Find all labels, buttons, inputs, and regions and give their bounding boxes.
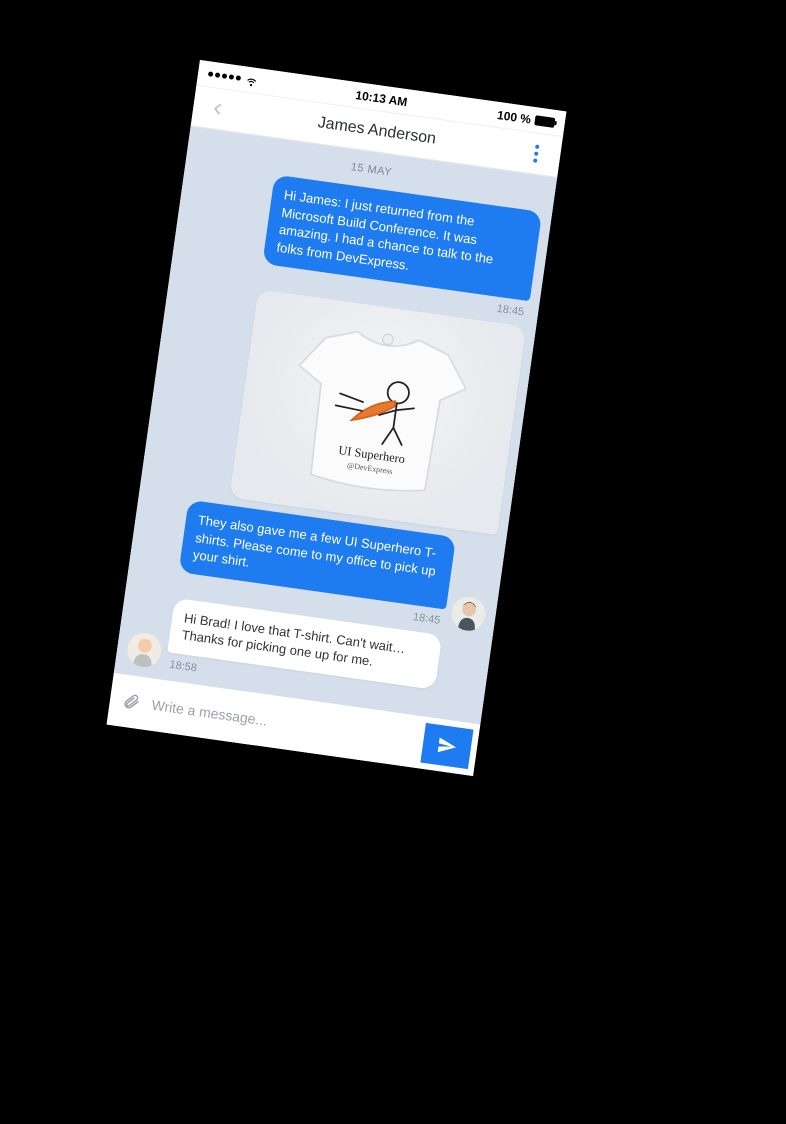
message-image[interactable]: UI Superhero @DevExpress bbox=[229, 290, 526, 536]
send-icon bbox=[436, 735, 459, 758]
battery-icon bbox=[534, 115, 555, 128]
message-row: UI Superhero @DevExpress bbox=[150, 278, 526, 535]
paperclip-icon bbox=[121, 691, 141, 711]
wifi-icon bbox=[244, 72, 260, 88]
chat-thread[interactable]: 15 MAY Hi James: I just returned from th… bbox=[114, 126, 557, 724]
send-button[interactable] bbox=[420, 723, 473, 769]
phone-frame: 10:13 AM 100 % James Anderson 15 MAY bbox=[107, 60, 567, 776]
avatar[interactable] bbox=[449, 594, 487, 632]
signal-dots-icon bbox=[208, 71, 241, 81]
attach-button[interactable] bbox=[119, 689, 144, 714]
more-vertical-icon bbox=[535, 145, 540, 150]
tshirt-image-icon: UI Superhero @DevExpress bbox=[229, 290, 526, 536]
battery-text: 100 % bbox=[496, 107, 532, 126]
avatar[interactable] bbox=[125, 631, 163, 669]
status-bar-left bbox=[207, 67, 259, 88]
back-button[interactable] bbox=[204, 95, 231, 122]
chevron-left-icon bbox=[207, 99, 227, 119]
message-time: 18:45 bbox=[408, 610, 445, 627]
more-options-button[interactable] bbox=[523, 143, 549, 164]
message-time: 18:58 bbox=[165, 658, 202, 675]
status-bar-right: 100 % bbox=[496, 107, 555, 129]
message-time: 18:45 bbox=[492, 302, 529, 319]
